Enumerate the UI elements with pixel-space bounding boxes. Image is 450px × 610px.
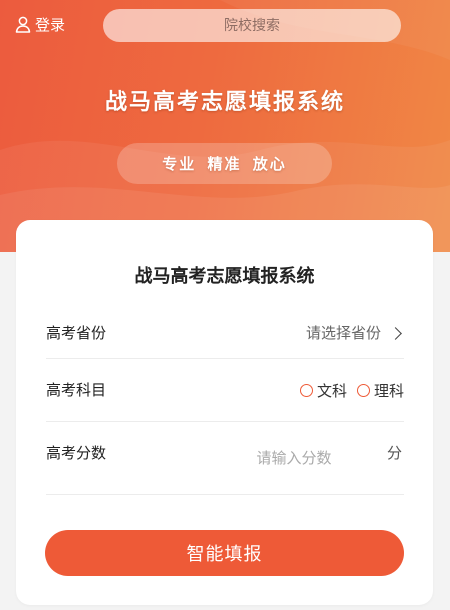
radio-circle-icon	[299, 383, 313, 397]
school-search-input[interactable]	[103, 16, 401, 35]
smart-fill-button[interactable]: 智能填报	[45, 530, 404, 576]
subject-row: 高考科目 文科 理科	[46, 359, 404, 422]
province-placeholder: 请选择省份	[305, 324, 381, 342]
province-row[interactable]: 高考省份 请选择省份	[46, 303, 404, 359]
province-select[interactable]: 请选择省份	[305, 303, 402, 363]
subject-radio-liberal-arts[interactable]: 文科	[299, 380, 347, 401]
score-row: 高考分数 分	[46, 422, 404, 495]
score-label: 高考分数	[46, 444, 107, 462]
slogan-badge: 专业 精准 放心	[117, 143, 332, 184]
login-label: 登录	[35, 16, 66, 34]
subject-radio-science[interactable]: 理科	[356, 380, 404, 401]
subject-label: 高考科目	[46, 381, 107, 399]
hero-banner: 登录 战马高考志愿填报系统 专业 精准 放心	[0, 0, 450, 252]
subject-options: 文科 理科	[290, 359, 404, 421]
chevron-right-icon	[389, 327, 402, 340]
school-search-bar[interactable]	[103, 9, 401, 42]
subject-option-label: 理科	[373, 381, 404, 400]
login-button[interactable]: 登录	[15, 14, 65, 35]
radio-circle-icon	[356, 383, 370, 397]
user-icon	[15, 16, 31, 33]
form-title: 战马高考志愿填报系统	[134, 266, 315, 287]
subject-option-label: 文科	[316, 381, 347, 400]
volunteer-form-card: 战马高考志愿填报系统 高考省份 请选择省份 高考科目 文科 理科 高考分数 分 …	[16, 220, 433, 605]
hero-title: 战马高考志愿填报系统	[104, 90, 345, 115]
score-input[interactable]	[232, 445, 356, 471]
score-unit: 分	[386, 444, 402, 462]
top-bar: 登录	[0, 0, 450, 50]
province-label: 高考省份	[46, 324, 107, 342]
